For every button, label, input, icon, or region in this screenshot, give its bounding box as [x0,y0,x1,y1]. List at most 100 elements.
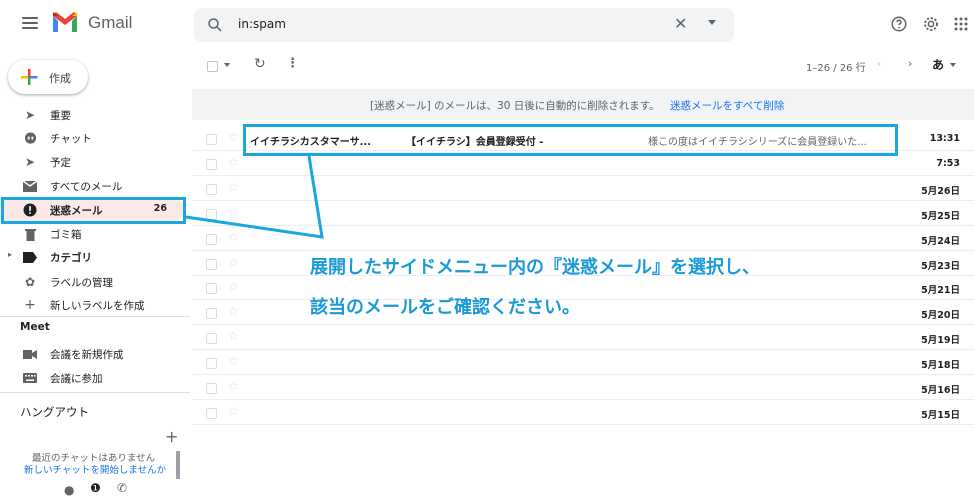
gmail-logo-icon[interactable] [51,11,79,35]
row-checkbox[interactable] [206,258,217,270]
row-checkbox[interactable] [206,383,217,394]
sidebar-item-new-meeting[interactable]: 会議を新規作成 [0,342,190,365]
input-tools-caret-icon[interactable] [950,63,956,67]
spam-info-banner: [迷惑メール] のメールは、30 日後に自動的に削除されます。 迷惑メールをすべ… [192,89,974,120]
row-checkbox[interactable] [206,134,217,145]
prev-page-icon[interactable]: ‹ [877,57,881,70]
email-row[interactable]: ☆ 5月18日 [192,351,974,376]
label-icon [22,249,38,265]
star-icon[interactable]: ☆ [228,205,239,219]
star-icon[interactable]: ☆ [228,404,239,418]
sidebar-item-scheduled[interactable]: ➤ 予定 [0,150,190,173]
star-icon[interactable]: ☆ [228,255,239,269]
main-menu-icon[interactable] [22,17,38,29]
sidebar-item-create-label[interactable]: + 新しいラベルを作成 [0,293,190,316]
email-date: 13:31 [929,133,960,144]
row-checkbox[interactable] [206,158,217,170]
highlight-spam-nav [1,197,186,224]
sidebar-item-manage-labels[interactable]: ✿ ラベルの管理 [0,270,190,293]
input-tools-button[interactable]: あ [932,56,944,73]
row-checkbox[interactable] [206,333,217,345]
hangouts-chat-icon[interactable]: ❶ [90,481,101,495]
email-row[interactable]: ☆ 5月24日 [192,227,974,251]
email-row[interactable]: ☆ 5月16日 [192,376,974,400]
search-options-icon[interactable] [708,20,716,25]
gear-icon: ✿ [24,275,36,289]
row-checkbox[interactable] [206,208,217,220]
row-checkbox[interactable] [206,283,217,295]
instruction-callout: 展開したサイドメニュー内の『迷惑メール』を選択し、 該当のメールをご確認ください… [310,248,760,328]
select-options-icon[interactable] [224,63,230,67]
email-date: 5月16日 [921,385,960,396]
next-page-icon[interactable]: › [908,57,912,70]
star-icon[interactable]: ☆ [228,279,239,293]
star-icon[interactable]: ☆ [228,130,239,144]
highlight-email-row [243,124,898,156]
sidebar-item-join-meeting[interactable]: 会議に参加 [0,366,190,389]
sidebar-item-label: すべてのメール [50,181,123,193]
star-icon[interactable]: ☆ [228,180,239,194]
pagination-text: 1–26 / 26 行 [806,63,866,74]
email-date: 5月24日 [921,235,960,247]
star-icon[interactable]: ☆ [228,379,239,393]
sidebar-divider [0,316,190,317]
email-date: 7:53 [936,157,960,169]
sidebar-divider [0,392,190,393]
row-checkbox[interactable] [206,407,217,419]
help-icon[interactable] [890,15,908,33]
select-all-checkbox[interactable] [207,61,218,72]
row-checkbox[interactable] [206,358,217,370]
contacts-icon[interactable]: ● [64,483,74,497]
row-checkbox[interactable] [206,308,217,320]
no-chat-text: 最近のチャットはありません [32,453,156,464]
sidebar-item-trash[interactable]: ゴミ箱 [0,222,190,245]
expand-arrow-icon[interactable]: ▸ [8,250,12,259]
email-date: 5月26日 [921,185,960,197]
search-bar[interactable]: in:spam ✕ [194,8,734,42]
sidebar-item-label: 会議を新規作成 [50,349,124,361]
sidebar-item-label: チャット [50,133,92,145]
email-date: 5月19日 [921,335,960,347]
settings-gear-icon[interactable] [922,15,940,33]
new-chat-plus-icon[interactable]: + [165,427,178,446]
trash-icon [22,226,38,242]
sidebar-item-important[interactable]: ➤ 重要 [0,103,190,126]
email-date: 5月23日 [921,260,960,272]
scheduled-icon: ➤ [24,155,36,169]
sidebar-item-all-mail[interactable]: すべてのメール [0,174,190,197]
phone-icon[interactable]: ✆ [117,481,127,495]
clear-search-icon[interactable]: ✕ [674,14,687,33]
row-checkbox[interactable] [206,233,217,245]
search-input[interactable]: in:spam [238,17,286,31]
important-icon: ➤ [24,108,36,122]
callout-line-2: 該当のメールをご確認ください。 [310,297,580,318]
sidebar-item-label: 重要 [50,110,71,122]
more-options-icon[interactable]: ⋮ [286,56,299,71]
sidebar-item-label: ゴミ箱 [50,229,82,241]
star-icon[interactable]: ☆ [228,329,239,343]
sidebar-item-label: 予定 [50,157,71,169]
email-date: 5月18日 [921,360,960,372]
search-icon[interactable] [206,16,224,34]
star-icon[interactable]: ☆ [228,354,239,368]
email-row[interactable]: ☆ 5月19日 [192,326,974,351]
star-icon[interactable]: ☆ [228,304,239,318]
star-icon[interactable]: ☆ [228,230,239,244]
email-row[interactable]: ☆ 5月25日 [192,202,974,226]
email-row[interactable]: ☆ 5月15日 [192,401,974,425]
sidebar-item-chat[interactable]: チャット [0,126,190,149]
plus-icon: + [24,297,36,313]
banner-text: [迷惑メール] のメールは、30 日後に自動的に削除されます。 [370,100,660,112]
delete-all-spam-link[interactable]: 迷惑メールをすべて削除 [670,98,784,113]
apps-grid-icon[interactable] [953,16,969,32]
chat-icon [22,130,38,146]
start-chat-link[interactable]: 新しいチャットを開始しませんか [24,465,184,477]
email-row[interactable]: ☆ 5月26日 [192,177,974,201]
compose-button[interactable]: 作成 [8,60,88,94]
refresh-icon[interactable]: ↻ [254,56,266,72]
sidebar-item-categories[interactable]: ▸ カテゴリ [0,245,190,268]
no-chat-message: 最近のチャットはありません 新しいチャットを開始しませんか [24,453,184,477]
sidebar-scrollbar[interactable] [176,451,180,479]
row-checkbox[interactable] [206,183,217,195]
star-icon[interactable]: ☆ [228,155,239,169]
